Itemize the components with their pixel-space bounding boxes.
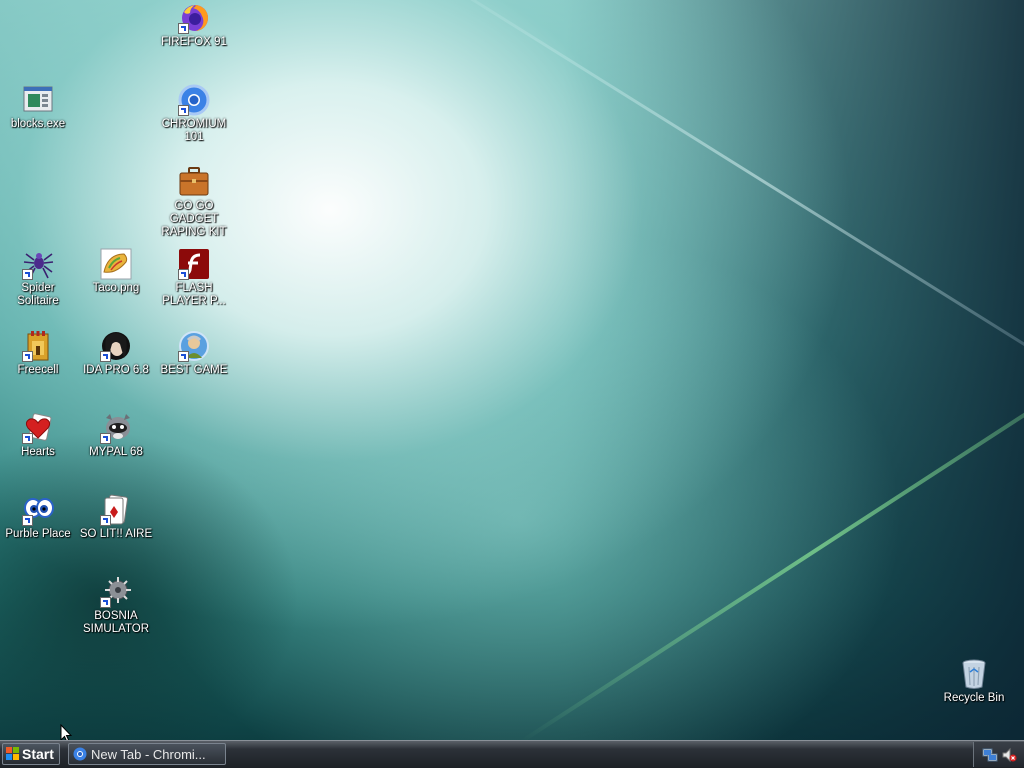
- desktop-icon-gadget-kit[interactable]: GO GO GADGET RAPING KIT: [156, 166, 232, 239]
- desktop-icon-firefox[interactable]: FIREFOX 91: [156, 2, 232, 49]
- icon-label: CHROMIUM 101: [161, 118, 227, 143]
- icon-label: Recycle Bin: [943, 692, 1005, 704]
- best-game-icon: [178, 330, 210, 362]
- desktop-icon-mypal[interactable]: MYPAL 68: [78, 412, 154, 459]
- windows-flag-icon: [6, 747, 19, 760]
- icon-label: FLASH PLAYER P...: [162, 282, 226, 307]
- desktop: FIREFOX 91 blocks.exe CHROMIUM 101 GO GO…: [0, 0, 1024, 740]
- shortcut-arrow-icon: [22, 433, 33, 444]
- desktop-icon-freecell[interactable]: Freecell: [0, 330, 76, 377]
- icon-label: Freecell: [17, 364, 59, 376]
- wallpaper-light-ray: [378, 0, 1024, 420]
- purble-place-icon: [22, 494, 54, 526]
- icon-label: Purble Place: [5, 528, 71, 540]
- desktop-icon-ida-pro[interactable]: IDA PRO 6.8: [78, 330, 154, 377]
- hearts-icon: [22, 412, 54, 444]
- solitaire-icon: [100, 494, 132, 526]
- taskbar-button-label: New Tab - Chromi...: [91, 746, 206, 762]
- desktop-icon-spider-solitaire[interactable]: Spider Solitaire: [0, 248, 76, 308]
- icon-label: IDA PRO 6.8: [83, 364, 149, 376]
- taskbar-button-new-tab-chromium[interactable]: New Tab - Chromi...: [68, 743, 226, 765]
- desktop-icon-hearts[interactable]: Hearts: [0, 412, 76, 459]
- desktop-icon-taco[interactable]: Taco.png: [78, 248, 154, 295]
- icon-label: MYPAL 68: [89, 446, 143, 458]
- icon-label: SO LIT!! AIRE: [79, 528, 153, 540]
- desktop-icon-purble-place[interactable]: Purble Place: [0, 494, 76, 541]
- flash-icon: [178, 248, 210, 280]
- desktop-icon-chromium[interactable]: CHROMIUM 101: [156, 84, 232, 144]
- chromium-icon: [73, 747, 87, 761]
- volume-muted-icon[interactable]: [1001, 747, 1017, 763]
- desktop-icon-recycle-bin[interactable]: Recycle Bin: [936, 658, 1012, 705]
- recycle-bin-icon: [958, 658, 990, 690]
- bosnia-simulator-icon: [100, 576, 132, 608]
- icon-label: Taco.png: [92, 282, 140, 294]
- icon-label: Spider Solitaire: [17, 282, 59, 307]
- shortcut-arrow-icon: [178, 105, 189, 116]
- icon-label: GO GO GADGET RAPING KIT: [161, 200, 227, 238]
- shortcut-arrow-icon: [22, 269, 33, 280]
- desktop-icon-best-game[interactable]: BEST GAME: [156, 330, 232, 377]
- firefox-icon: [178, 2, 210, 34]
- desktop-icon-flash-player[interactable]: FLASH PLAYER P...: [156, 248, 232, 308]
- shortcut-arrow-icon: [178, 351, 189, 362]
- shortcut-arrow-icon: [22, 351, 33, 362]
- start-label: Start: [22, 746, 54, 762]
- chromium-icon: [178, 84, 210, 116]
- desktop-icon-solitaire[interactable]: SO LIT!! AIRE: [78, 494, 154, 541]
- start-button[interactable]: Start: [2, 743, 60, 765]
- shortcut-arrow-icon: [100, 597, 111, 608]
- blocks-exe-icon: [22, 84, 54, 116]
- shortcut-arrow-icon: [178, 23, 189, 34]
- icon-label: FIREFOX 91: [161, 36, 227, 48]
- desktop-icon-blocks[interactable]: blocks.exe: [0, 84, 76, 131]
- icon-label: BOSNIA SIMULATOR: [82, 610, 150, 635]
- shortcut-arrow-icon: [100, 433, 111, 444]
- shortcut-arrow-icon: [100, 515, 111, 526]
- desktop-icon-bosnia-simulator[interactable]: BOSNIA SIMULATOR: [78, 576, 154, 636]
- spider-icon: [22, 248, 54, 280]
- taco-icon: [100, 248, 132, 280]
- taskbar: Start New Tab - Chromi...: [0, 740, 1024, 768]
- mypal-icon: [100, 412, 132, 444]
- briefcase-icon: [178, 166, 210, 198]
- shortcut-arrow-icon: [178, 269, 189, 280]
- shortcut-arrow-icon: [22, 515, 33, 526]
- icon-label: Hearts: [21, 446, 55, 458]
- icon-label: BEST GAME: [160, 364, 228, 376]
- freecell-icon: [22, 330, 54, 362]
- network-icon[interactable]: [982, 747, 998, 763]
- shortcut-arrow-icon: [100, 351, 111, 362]
- system-tray: [973, 742, 1024, 767]
- icon-label: blocks.exe: [10, 118, 66, 130]
- ida-icon: [100, 330, 132, 362]
